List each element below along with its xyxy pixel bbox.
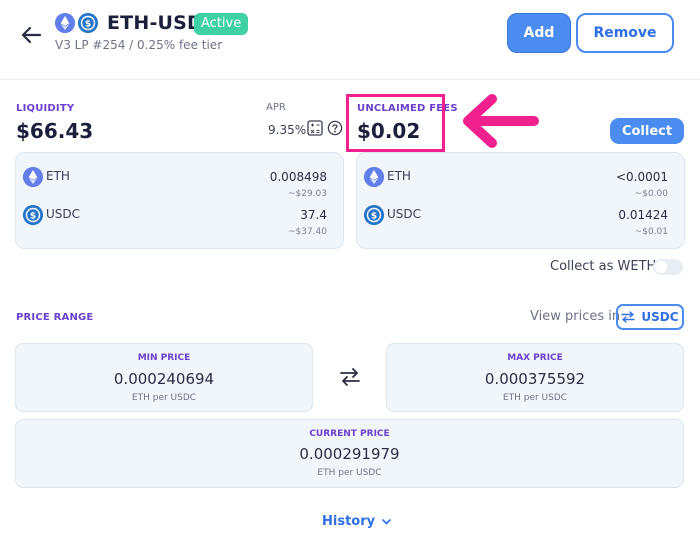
max-price-card: MAX PRICE 0.000375592 ETH per USDC <box>386 343 684 412</box>
pair-token-icons: $ <box>55 13 99 35</box>
min-price-label: MIN PRICE <box>137 353 191 363</box>
min-price-unit: ETH per USDC <box>131 393 197 403</box>
token-name: USDC <box>46 207 81 221</box>
token-amount: <0.0001 <box>615 170 668 184</box>
price-unit-toggle-button[interactable]: USDC <box>616 304 684 330</box>
swap-arrows-icon[interactable] <box>339 367 361 387</box>
liquidity-value: $66.43 <box>16 119 94 143</box>
min-price-value: 0.000240694 <box>113 370 215 388</box>
price-unit-token: USDC <box>641 310 679 324</box>
list-item: ETH <0.0001 ~$0.00 <box>357 167 684 199</box>
current-price-card: CURRENT PRICE 0.000291979 ETH per USDC <box>15 419 684 488</box>
usdc-token-icon: $ <box>23 205 43 225</box>
current-price-label: CURRENT PRICE <box>309 429 390 439</box>
token-usd-value: ~$29.03 <box>287 189 327 199</box>
position-header: $ ETH-USDC Active V3 LP #254 / 0.25% fee… <box>0 0 700 80</box>
list-item: $ USDC 0.01424 ~$0.01 <box>357 205 684 237</box>
remove-button[interactable]: Remove <box>576 13 674 53</box>
price-range-label: PRICE RANGE <box>16 312 94 323</box>
status-badge: Active <box>194 13 249 35</box>
eth-token-icon <box>55 13 75 33</box>
fees-highlight-box <box>346 94 445 152</box>
history-label: History <box>322 514 376 529</box>
add-button[interactable]: Add <box>507 13 571 53</box>
svg-text:$: $ <box>85 19 91 29</box>
position-subtitle: V3 LP #254 / 0.25% fee tier <box>55 38 223 52</box>
max-price-value: 0.000375592 <box>484 370 586 388</box>
collect-as-weth-label: Collect as WETH <box>550 259 657 274</box>
liquidity-token-card: ETH 0.008498 ~$29.03 $ USDC 37.4 ~$37.40 <box>15 152 344 249</box>
collect-button[interactable]: Collect <box>610 118 684 144</box>
list-item: $ USDC 37.4 ~$37.40 <box>16 205 343 237</box>
apr-label: APR <box>266 102 286 113</box>
token-name: USDC <box>387 207 422 221</box>
current-price-value: 0.000291979 <box>299 445 400 463</box>
apr-value: 9.35% <box>268 123 307 137</box>
eth-token-icon <box>23 167 43 187</box>
token-amount: 0.008498 <box>269 170 327 184</box>
min-price-card: MIN PRICE 0.000240694 ETH per USDC <box>15 343 313 412</box>
max-price-label: MAX PRICE <box>507 353 563 363</box>
current-price-unit: ETH per USDC <box>317 468 382 478</box>
swap-arrows-icon <box>621 311 636 323</box>
collect-as-weth-toggle[interactable] <box>653 259 683 275</box>
pointer-arrow-icon <box>463 94 539 148</box>
back-arrow-icon[interactable] <box>18 22 44 48</box>
usdc-token-icon: $ <box>78 13 98 33</box>
token-amount: 0.01424 <box>618 208 668 222</box>
usdc-token-icon: $ <box>364 205 384 225</box>
svg-text:$: $ <box>30 211 36 221</box>
calculator-icon[interactable] <box>307 120 323 136</box>
help-icon[interactable] <box>327 120 343 136</box>
max-price-unit: ETH per USDC <box>502 393 568 403</box>
token-name: ETH <box>46 169 70 183</box>
token-usd-value: ~$0.01 <box>634 227 668 237</box>
svg-text:$: $ <box>371 211 377 221</box>
token-usd-value: ~$0.00 <box>634 189 668 199</box>
history-toggle[interactable]: History <box>322 514 391 529</box>
view-prices-label: View prices in <box>530 309 621 324</box>
list-item: ETH 0.008498 ~$29.03 <box>16 167 343 199</box>
token-name: ETH <box>387 169 411 183</box>
fees-token-card: ETH <0.0001 ~$0.00 $ USDC 0.01424 ~$0.01 <box>356 152 685 249</box>
liquidity-label: LIQUIDITY <box>16 103 75 114</box>
chevron-down-icon <box>382 518 391 524</box>
eth-token-icon <box>364 167 384 187</box>
token-amount: 37.4 <box>300 208 327 222</box>
token-usd-value: ~$37.40 <box>287 227 327 237</box>
